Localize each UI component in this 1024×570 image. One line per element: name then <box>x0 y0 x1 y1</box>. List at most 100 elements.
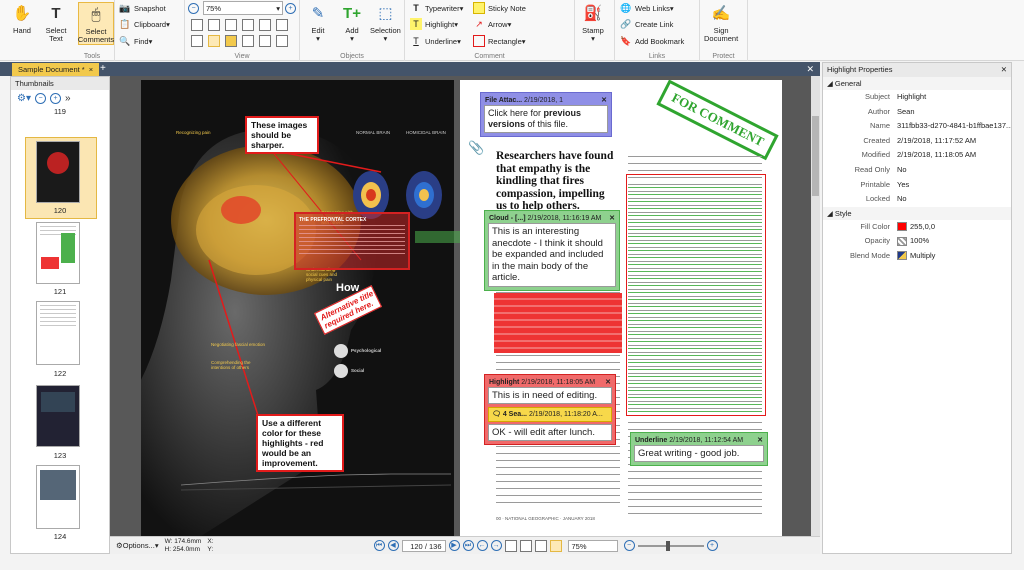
thumbnail-page-124[interactable] <box>36 465 80 529</box>
web-links-button[interactable]: 🌐 Web Links ▾ <box>620 1 673 15</box>
next-page-icon[interactable]: ▶ <box>448 540 460 551</box>
facing-pages-icon[interactable] <box>208 19 220 31</box>
reply-body[interactable]: OK - will edit after lunch. <box>488 424 612 441</box>
property-value[interactable]: 100% <box>894 234 1011 249</box>
thumbnail-page-122[interactable] <box>36 301 80 365</box>
property-value[interactable]: Highlight <box>894 90 1011 105</box>
close-icon[interactable]: ✕ <box>605 377 611 387</box>
thumbnail-page-120[interactable] <box>36 141 80 203</box>
facing-view-icon[interactable] <box>534 539 547 552</box>
previous-page-icon[interactable]: ◀ <box>387 540 399 551</box>
property-value[interactable]: Multiply <box>894 249 1011 264</box>
create-link-button[interactable]: 🔗 Create Link <box>620 17 673 31</box>
view-icon-c[interactable] <box>259 35 271 47</box>
vertical-scrollbar[interactable] <box>811 76 820 536</box>
zoom-in-icon[interactable]: + <box>49 93 61 104</box>
view-icon-a[interactable] <box>191 35 203 47</box>
property-value[interactable]: Yes <box>894 178 1011 193</box>
property-value[interactable]: No <box>894 192 1011 207</box>
property-value[interactable]: 2/19/2018, 11:18:05 AM <box>894 148 1011 163</box>
select-comments-button[interactable]: 🖱 Select Comments <box>78 2 114 45</box>
underline-comment-body[interactable]: Great writing - good job. <box>634 445 764 462</box>
fit-width-icon[interactable] <box>242 19 254 31</box>
selection-button[interactable]: ⬚ Selection ▾ <box>370 2 401 43</box>
cloud-comment-popup[interactable]: Cloud - [...] 2/19/2018, 11:16:19 AM ✕ Th… <box>484 210 620 291</box>
stamp-button[interactable]: ⛽ Stamp ▾ <box>581 2 605 43</box>
property-value[interactable]: No <box>894 163 1011 178</box>
property-value[interactable]: 2/19/2018, 11:17:52 AM <box>894 134 1011 149</box>
forward-icon[interactable]: → <box>490 540 502 551</box>
red-highlight-markup[interactable] <box>494 293 622 353</box>
new-tab-button[interactable]: + <box>100 62 106 76</box>
find-button[interactable]: 🔍 Find ▾ <box>119 34 152 48</box>
options-button[interactable]: ⚙ Options... ▾ <box>116 541 159 550</box>
rotate-icon[interactable] <box>259 19 271 31</box>
property-row[interactable]: Author Sean <box>823 105 1011 120</box>
single-page-view-icon[interactable] <box>504 539 517 552</box>
property-row[interactable]: Read Only No <box>823 163 1011 178</box>
close-icon[interactable]: ✕ <box>757 435 763 445</box>
add-bookmark-button[interactable]: 🔖 Add Bookmark <box>620 34 684 48</box>
sticky-note-button[interactable]: Sticky Note <box>473 1 526 15</box>
property-row[interactable]: Subject Highlight <box>823 90 1011 105</box>
zoom-out-button[interactable]: − <box>188 1 199 15</box>
paperclip-icon[interactable]: 📎 <box>468 140 484 156</box>
zoom-in-icon[interactable]: + <box>706 540 718 551</box>
fit-page-icon[interactable] <box>225 19 237 31</box>
property-value[interactable]: 311fbb33-d270-4841-b1ffbae137... <box>894 119 1011 134</box>
sign-document-button[interactable]: ✍ Sign Document <box>704 2 738 43</box>
typewriter-button[interactable]: T Typewriter ▾ <box>410 1 463 15</box>
hand-button[interactable]: ✋ Hand <box>10 2 34 35</box>
close-icon[interactable]: × <box>89 65 93 74</box>
file-attachment-body[interactable]: Click here for previous versions of this… <box>484 105 608 133</box>
for-comment-stamp[interactable]: FOR COMMENT <box>656 80 780 161</box>
last-page-icon[interactable]: ⏭ <box>462 540 474 551</box>
zoom-select-status[interactable]: 75% <box>567 539 618 552</box>
edit-button[interactable]: ✎ Edit ▾ <box>306 2 330 43</box>
scrollbar-thumb[interactable] <box>812 116 819 196</box>
highlight-button[interactable]: T Highlight ▾ <box>410 17 458 31</box>
zoom-out-icon[interactable]: − <box>623 540 635 551</box>
property-row-fill-color[interactable]: Fill Color 255,0,0 <box>823 220 1011 235</box>
thumbnail-options-icon[interactable]: ⚙▾ <box>17 93 31 104</box>
tab-sample-document[interactable]: Sample Document * × <box>12 63 100 76</box>
rectangle-button[interactable]: Rectangle ▾ <box>473 34 526 48</box>
property-value[interactable]: Sean <box>894 105 1011 120</box>
select-text-button[interactable]: T Select Text <box>44 2 68 43</box>
property-row[interactable]: Locked No <box>823 192 1011 207</box>
cloud-comment-body[interactable]: This is an interesting anecdote - I thin… <box>488 223 616 287</box>
zoom-slider-handle[interactable] <box>665 540 670 551</box>
property-row[interactable]: Modified 2/19/2018, 11:18:05 AM <box>823 148 1011 163</box>
highlight-comment-popup[interactable]: Highlight 2/19/2018, 11:18:05 AM ✕ This i… <box>484 374 616 445</box>
thumbnail-page-121[interactable] <box>36 222 80 284</box>
thumbnail-page-123[interactable] <box>36 385 80 447</box>
style-section-header[interactable]: ◢ Style <box>823 206 1011 220</box>
underline-button[interactable]: T Underline ▾ <box>410 34 461 48</box>
continuous-icon[interactable] <box>276 19 288 31</box>
arrow-button[interactable]: ↗ Arrow ▾ <box>473 17 511 31</box>
color-swatch[interactable] <box>897 222 907 232</box>
property-row-blend-mode[interactable]: Blend Mode Multiply <box>823 249 1011 264</box>
property-row-opacity[interactable]: Opacity 100% <box>823 234 1011 249</box>
underline-comment-popup[interactable]: Underline 2/19/2018, 11:12:54 AM ✕ Great … <box>630 432 768 466</box>
general-section-header[interactable]: ◢ General <box>823 77 1011 90</box>
attachment-icon[interactable] <box>242 35 254 47</box>
close-icon[interactable]: ✕ <box>806 62 814 76</box>
property-value[interactable]: 255,0,0 <box>894 220 1011 235</box>
callout-sharper-images[interactable]: These images should be sharper. <box>245 116 319 154</box>
prefrontal-highlight-box[interactable]: THE PREFRONTAL CORTEX <box>294 212 410 270</box>
view-icon-b[interactable] <box>208 35 220 47</box>
view-icon-d[interactable] <box>276 35 288 47</box>
zoom-out-icon[interactable]: − <box>34 93 46 104</box>
property-row[interactable]: Name 311fbb33-d270-4841-b1ffbae137... <box>823 119 1011 134</box>
zoom-slider[interactable]: − + <box>623 540 718 551</box>
clipboard-button[interactable]: 📋 Clipboard ▾ <box>119 17 169 31</box>
snapshot-button[interactable]: 📷 Snapshot <box>119 1 165 15</box>
facing-continuous-view-icon[interactable] <box>549 539 562 552</box>
zoom-input[interactable]: 75% <box>567 539 618 552</box>
property-row[interactable]: Printable Yes <box>823 178 1011 193</box>
callout-different-color[interactable]: Use a different color for these highligh… <box>256 414 344 472</box>
close-icon[interactable]: ✕ <box>1001 63 1007 77</box>
highlight-comment-body[interactable]: This is in need of editing. <box>488 387 612 404</box>
bookmark-icon[interactable] <box>225 35 237 47</box>
